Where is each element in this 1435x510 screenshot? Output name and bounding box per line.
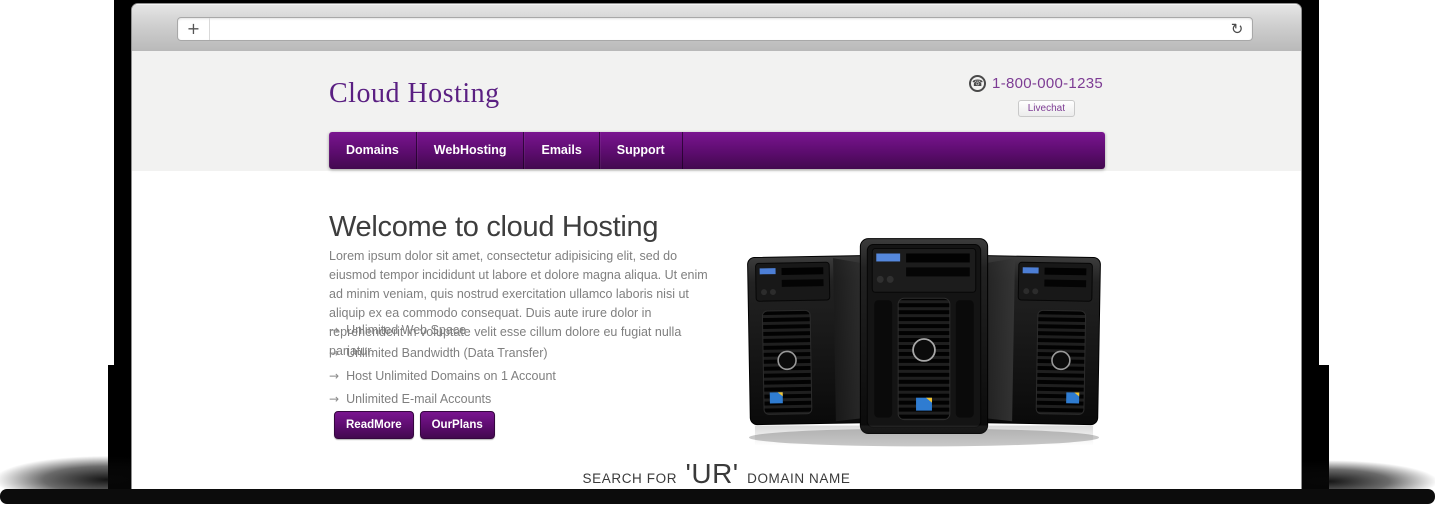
plus-icon: +: [187, 21, 200, 37]
reload-button[interactable]: ↻: [1222, 18, 1252, 40]
ourplans-button[interactable]: OurPlans: [420, 411, 495, 439]
feature-item: → Unlimited Web Space: [329, 318, 556, 341]
cta-buttons: ReadMore OurPlans: [334, 411, 495, 439]
phone-number: 1-800-000-1235: [992, 75, 1103, 92]
search-domain-banner: SEARCH FOR 'UR' DOMAIN NAME: [132, 458, 1301, 490]
arrow-icon: →: [329, 323, 339, 337]
search-banner-suffix: DOMAIN NAME: [747, 471, 850, 486]
new-tab-button[interactable]: +: [178, 18, 210, 40]
arrow-icon: →: [329, 346, 339, 360]
feature-item: → Host Unlimited Domains on 1 Account: [329, 364, 556, 387]
phone-icon: ☎: [969, 75, 986, 92]
url-bar: + ↻: [177, 17, 1253, 41]
arrow-icon: →: [329, 392, 339, 406]
window-shadow-bottom-band: [0, 489, 1435, 504]
browser-toolbar: + ↻: [132, 4, 1301, 52]
nav-item-webhosting[interactable]: WebHosting: [417, 132, 525, 169]
arrow-icon: →: [329, 369, 339, 383]
feature-label: Unlimited Bandwidth (Data Transfer): [346, 346, 547, 360]
feature-label: Host Unlimited Domains on 1 Account: [346, 369, 556, 383]
feature-label: Unlimited Web Space: [346, 323, 466, 337]
search-banner-prefix: SEARCH FOR: [583, 471, 678, 486]
browser-window: + ↻ Cloud Hosting ☎ 1-800-000-1235 Livec…: [131, 3, 1302, 504]
main-nav: Domains WebHosting Emails Support: [329, 132, 1105, 169]
page-title: Welcome to cloud Hosting: [329, 211, 658, 244]
nav-item-support[interactable]: Support: [600, 132, 683, 169]
nav-item-emails[interactable]: Emails: [524, 132, 599, 169]
search-banner-highlight: 'UR': [686, 458, 739, 489]
features-list: → Unlimited Web Space → Unlimited Bandwi…: [329, 318, 556, 410]
readmore-button[interactable]: ReadMore: [334, 411, 414, 439]
site-logo[interactable]: Cloud Hosting: [329, 78, 500, 110]
server-towers-image: [745, 238, 1103, 450]
nav-item-domains[interactable]: Domains: [329, 132, 417, 169]
reload-icon: ↻: [1231, 22, 1244, 37]
feature-label: Unlimited E-mail Accounts: [346, 392, 491, 406]
feature-item: → Unlimited E-mail Accounts: [329, 387, 556, 410]
feature-item: → Unlimited Bandwidth (Data Transfer): [329, 341, 556, 364]
url-input[interactable]: [210, 20, 1222, 38]
livechat-button[interactable]: Livechat: [1018, 100, 1075, 117]
phone-block: ☎ 1-800-000-1235: [969, 75, 1103, 92]
